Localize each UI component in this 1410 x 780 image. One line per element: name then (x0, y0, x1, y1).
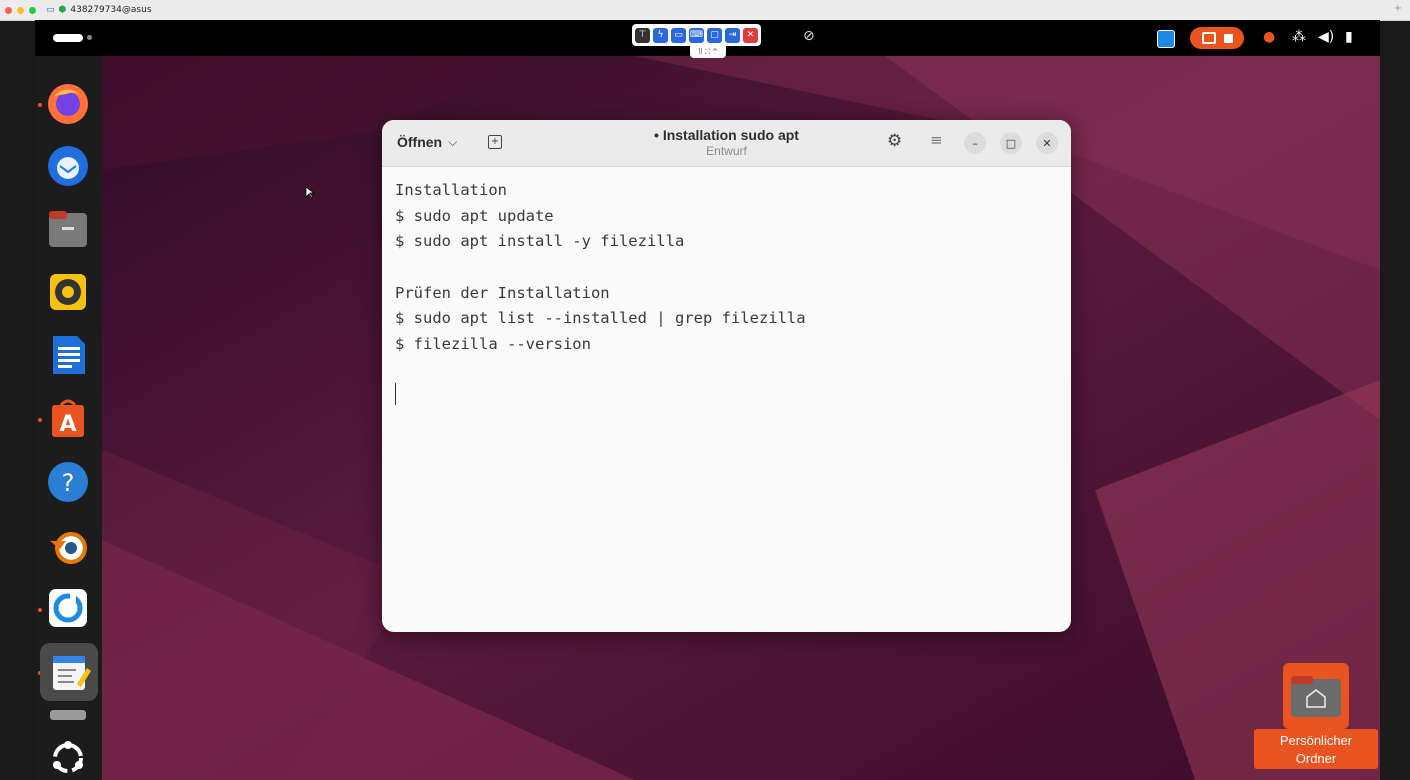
pin-icon[interactable]: ⊤ (635, 27, 650, 43)
remote-toolbar: ⊤ ϟ ▭ ⌨ ▢ ⇥ ✕ (632, 24, 761, 46)
top-bar: ⊤ ϟ ▭ ⌨ ▢ ⇥ ✕ ⠿ ⛶ ^ ⊘ ● ⁂ ◀) ▮ (35, 20, 1380, 58)
zoom-window-button[interactable] (29, 6, 36, 14)
text-cursor (395, 383, 396, 405)
close-button[interactable]: ✕ (1036, 132, 1058, 154)
header-bar: Öffnen ⌵ + • Installation sudo apt Entwu… (382, 120, 1071, 167)
remote-viewer-title-text: 438279734@asus (70, 5, 152, 15)
rhythmbox-icon[interactable] (45, 269, 91, 315)
drive-icon[interactable] (45, 704, 91, 724)
screen-record-icon (1201, 32, 1216, 44)
remote-app-icon[interactable] (1157, 30, 1175, 48)
mic-icon[interactable]: ● (1263, 29, 1275, 45)
editor-line: $ sudo apt update (395, 206, 554, 225)
home-folder-label-line1: Persönlicher (1279, 733, 1353, 748)
mic-off-icon[interactable]: ⊘ (803, 28, 815, 44)
running-indicator (38, 608, 42, 612)
cad-icon[interactable]: ⇥ (725, 27, 740, 43)
remote-screen: ⊤ ϟ ▭ ⌨ ▢ ⇥ ✕ ⠿ ⛶ ^ ⊘ ● ⁂ ◀) ▮ A ? Öffne… (35, 20, 1380, 780)
writer-icon[interactable] (45, 332, 91, 378)
remote-viewer-titlebar: ▭ ⬢ 438279734@asus + (0, 0, 1410, 21)
home-folder-label-line2: Ordner (1295, 751, 1337, 766)
home-folder-icon[interactable] (1283, 663, 1349, 729)
lightning-icon[interactable]: ϟ (653, 27, 668, 43)
editor-text-area[interactable]: Installation $ sudo apt update $ sudo ap… (395, 178, 1055, 358)
close-window-button[interactable] (5, 6, 12, 14)
editor-line: Prüfen der Installation (395, 283, 610, 302)
chat-icon[interactable]: ▢ (707, 27, 722, 43)
monitor-icon[interactable]: ▭ (671, 27, 686, 43)
running-indicator (38, 418, 42, 422)
editor-line: $ filezilla --version (395, 335, 591, 354)
remote-viewer-title: ▭ ⬢ 438279734@asus (46, 5, 152, 15)
network-icon[interactable]: ⁂ (1292, 29, 1306, 45)
screen-record-pill[interactable] (1190, 27, 1244, 49)
svg-text:A: A (59, 412, 76, 437)
app-center-icon[interactable]: A (45, 396, 91, 442)
files-icon[interactable] (45, 206, 91, 252)
hamburger-menu-icon[interactable]: ≡ (930, 131, 943, 149)
workspace-dot[interactable] (87, 35, 92, 40)
shield-icon: ⬢ (58, 5, 67, 15)
remote-desktop-icon[interactable] (45, 585, 91, 631)
svg-text:?: ? (62, 469, 75, 497)
close-icon[interactable]: ✕ (743, 27, 758, 43)
editor-line: Installation (395, 181, 507, 199)
monitor-icon: ▭ (46, 5, 55, 15)
blender-icon[interactable] (45, 522, 91, 568)
stop-icon (1223, 33, 1233, 43)
activities-indicator[interactable] (53, 34, 83, 42)
window-controls (5, 6, 36, 14)
new-tab-icon[interactable]: + (1394, 3, 1402, 14)
toolbar-handle[interactable]: ⠿ ⛶ ^ (690, 46, 726, 58)
help-icon[interactable]: ? (45, 459, 91, 505)
minimize-button[interactable]: – (964, 132, 986, 154)
firefox-icon[interactable] (45, 81, 91, 127)
text-editor-icon[interactable] (40, 643, 98, 701)
editor-line: $ sudo apt install -y filezilla (395, 232, 685, 251)
minimize-window-button[interactable] (17, 6, 24, 14)
text-editor-window: Öffnen ⌵ + • Installation sudo apt Entwu… (382, 120, 1071, 632)
gear-icon[interactable]: ⚙ (887, 131, 902, 151)
dock: A ? (35, 56, 102, 780)
running-indicator (38, 103, 42, 107)
thunderbird-icon[interactable] (45, 143, 91, 189)
ubuntu-apps-icon[interactable] (45, 735, 91, 780)
mouse-pointer-icon (305, 186, 315, 199)
keyboard-icon[interactable]: ⌨ (689, 27, 704, 43)
maximize-button[interactable]: □ (1000, 132, 1022, 154)
editor-line: $ sudo apt list --installed | grep filez… (395, 309, 806, 328)
battery-icon[interactable]: ▮ (1345, 29, 1353, 45)
volume-icon[interactable]: ◀) (1318, 29, 1334, 45)
home-folder-label[interactable]: Persönlicher Ordner (1254, 729, 1378, 769)
